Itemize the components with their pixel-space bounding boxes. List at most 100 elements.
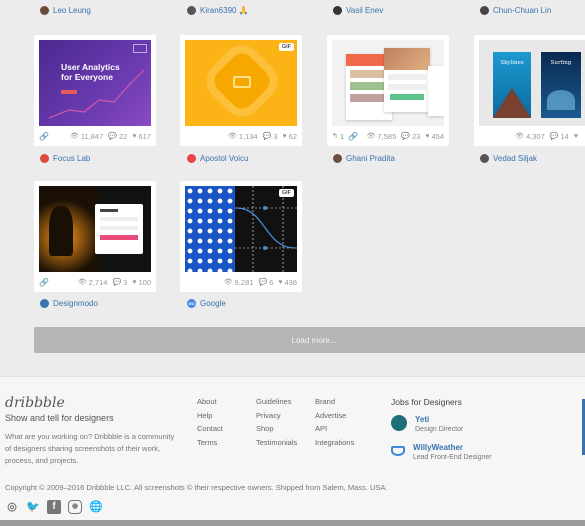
likes-stat[interactable]: ♥ 454: [425, 132, 444, 141]
comment-icon: 💬: [549, 133, 559, 140]
rebounds-stat[interactable]: ↰ 1: [332, 132, 344, 141]
job-listing[interactable]: Yeti Design Director: [391, 415, 463, 433]
link-icon[interactable]: 🔗: [348, 132, 358, 141]
footer-link-help[interactable]: Help: [197, 411, 223, 425]
comments-stat[interactable]: 💬 3: [263, 132, 278, 141]
shot-card[interactable]: 🔗 👁 2,714 💬 3 ♥ 100: [34, 181, 156, 292]
shot-author[interactable]: Apostol Voicu: [187, 154, 248, 163]
likes-stat[interactable]: ♥ 436: [278, 278, 297, 287]
author-name: Vasil Enev: [346, 6, 384, 15]
shot-stats: 👁 1,134 💬 3 ♥ 62: [180, 126, 302, 146]
social-links: ◎ 🐦 f ◉ 🌐: [5, 500, 110, 514]
views-stat: 👁 11,847: [69, 131, 104, 141]
footer-link-testimonials[interactable]: Testimonials: [256, 438, 297, 452]
likes-stat[interactable]: ♥ 617: [132, 132, 151, 141]
views-stat: 👁 4,307: [515, 131, 545, 141]
author-link[interactable]: Vasil Enev: [333, 6, 383, 15]
job-company[interactable]: WillyWeather: [413, 443, 492, 452]
footer-blurb: What are you working on? Dribbble is a c…: [5, 432, 175, 465]
author-name: Focus Lab: [53, 154, 91, 163]
load-more-button[interactable]: Load more...: [34, 327, 585, 353]
eye-icon: 👁: [223, 279, 233, 286]
shot-stats: 🔗 👁 11,847 💬 22 ♥ 617: [34, 126, 156, 146]
shot-card[interactable]: User Analytics for Everyone 🔗 👁 11,847 💬 2…: [34, 35, 156, 146]
shot-author[interactable]: Designmodo: [40, 299, 98, 308]
dribbble-logo[interactable]: dribbble: [5, 395, 65, 411]
shot-card[interactable]: GIF 👁 9,281 💬 6 ♥ 436: [180, 181, 302, 292]
thumbnail-text: Surfing: [550, 60, 572, 66]
shot-thumbnail[interactable]: GIF: [185, 186, 297, 272]
twitter-icon[interactable]: 🐦: [26, 500, 40, 514]
footer-link-integrations[interactable]: Integrations: [315, 438, 354, 452]
comment-icon: 💬: [108, 133, 117, 140]
likes-stat[interactable]: ♥: [574, 133, 580, 140]
avatar: [480, 6, 489, 15]
shot-stats: 🔗 👁 2,714 💬 3 ♥ 100: [34, 272, 156, 292]
avatar: [40, 154, 49, 163]
avatar: [187, 6, 196, 15]
shot-author[interactable]: Focus Lab: [40, 154, 90, 163]
comments-stat[interactable]: 💬 14: [550, 132, 569, 141]
dribbble-icon[interactable]: ◎: [5, 500, 19, 514]
author-name: Chun-Chuan Lin: [493, 6, 552, 15]
shot-thumbnail[interactable]: GIF: [185, 40, 297, 126]
footer-link-privacy[interactable]: Privacy: [256, 411, 297, 425]
eye-icon: 👁: [227, 133, 237, 140]
shot-thumbnail[interactable]: [39, 186, 151, 272]
shot-thumbnail[interactable]: [332, 40, 444, 126]
likes-stat[interactable]: ♥ 62: [283, 132, 298, 141]
facebook-icon[interactable]: f: [47, 500, 61, 514]
shot-author[interactable]: Vedad Siljak: [480, 154, 537, 163]
job-company[interactable]: Yeti: [415, 415, 463, 424]
gif-badge: GIF: [278, 43, 294, 51]
globe-icon[interactable]: 🌐: [89, 500, 103, 514]
footer-links-column: Brand Advertise API Integrations: [315, 397, 354, 451]
shot-stats: 👁 4,307 💬 14 ♥: [474, 126, 585, 146]
link-icon[interactable]: 🔗: [39, 132, 49, 141]
comments-stat[interactable]: 💬 6: [258, 278, 273, 287]
footer-link-contact[interactable]: Contact: [197, 424, 223, 438]
copyright: Copyright © 2009–2016 Dribbble LLC. All …: [5, 483, 388, 492]
shot-stats: 👁 9,281 💬 6 ♥ 436: [180, 272, 302, 292]
shot-card[interactable]: Skylines Surfing 👁 4,307 💬 14 ♥: [474, 35, 585, 146]
shot-thumbnail[interactable]: Skylines Surfing: [479, 40, 585, 126]
author-link[interactable]: Leo Leung: [40, 6, 91, 15]
footer-link-guidelines[interactable]: Guidelines: [256, 397, 297, 411]
instagram-icon[interactable]: ◉: [68, 500, 82, 514]
shot-card[interactable]: ↰ 1 🔗 👁 7,585 💬 23 ♥ 454: [327, 35, 449, 146]
footer-link-about[interactable]: About: [197, 397, 223, 411]
author-link[interactable]: Kiran6390 🙏: [187, 6, 249, 15]
footer-link-terms[interactable]: Terms: [197, 438, 223, 452]
comments-stat[interactable]: 💬 3: [112, 278, 127, 287]
gif-badge: GIF: [278, 189, 294, 197]
footer-link-api[interactable]: API: [315, 424, 354, 438]
previous-row-authors: Leo Leung Kiran6390 🙏 Vasil Enev Chun-Ch…: [0, 6, 585, 22]
motion-curve-icon: [235, 186, 297, 272]
author-name: Ghani Pradita: [346, 154, 395, 163]
shot-card[interactable]: GIF 👁 1,134 💬 3 ♥ 62: [180, 35, 302, 146]
footer-link-brand[interactable]: Brand: [315, 397, 354, 411]
shot-author[interactable]: GO Google: [187, 299, 226, 308]
footer: dribbble Show and tell for designers Wha…: [0, 376, 585, 526]
link-icon[interactable]: 🔗: [39, 278, 49, 287]
heart-icon: ♥: [278, 278, 283, 286]
comments-stat[interactable]: 💬 22: [108, 132, 127, 141]
avatar: [480, 154, 489, 163]
footer-link-shop[interactable]: Shop: [256, 424, 297, 438]
footer-link-advertise[interactable]: Advertise: [315, 411, 354, 425]
footer-tagline: Show and tell for designers: [5, 413, 114, 423]
heart-icon: ♥: [132, 132, 137, 140]
jobs-title[interactable]: Jobs for Designers: [391, 397, 462, 407]
job-listing[interactable]: WillyWeather Lead Front-End Designer: [391, 443, 492, 461]
comment-icon: 💬: [401, 133, 410, 140]
heart-icon: ♥: [573, 132, 578, 140]
comments-stat[interactable]: 💬 23: [401, 132, 420, 141]
comment-icon: 💬: [258, 279, 268, 286]
scrollbar[interactable]: [0, 520, 585, 526]
shot-author[interactable]: Ghani Pradita: [333, 154, 395, 163]
likes-stat[interactable]: ♥ 100: [132, 278, 151, 287]
author-link[interactable]: Chun-Chuan Lin: [480, 6, 551, 15]
shot-thumbnail[interactable]: User Analytics for Everyone: [39, 40, 151, 126]
avatar: [187, 154, 196, 163]
avatar: [333, 154, 342, 163]
